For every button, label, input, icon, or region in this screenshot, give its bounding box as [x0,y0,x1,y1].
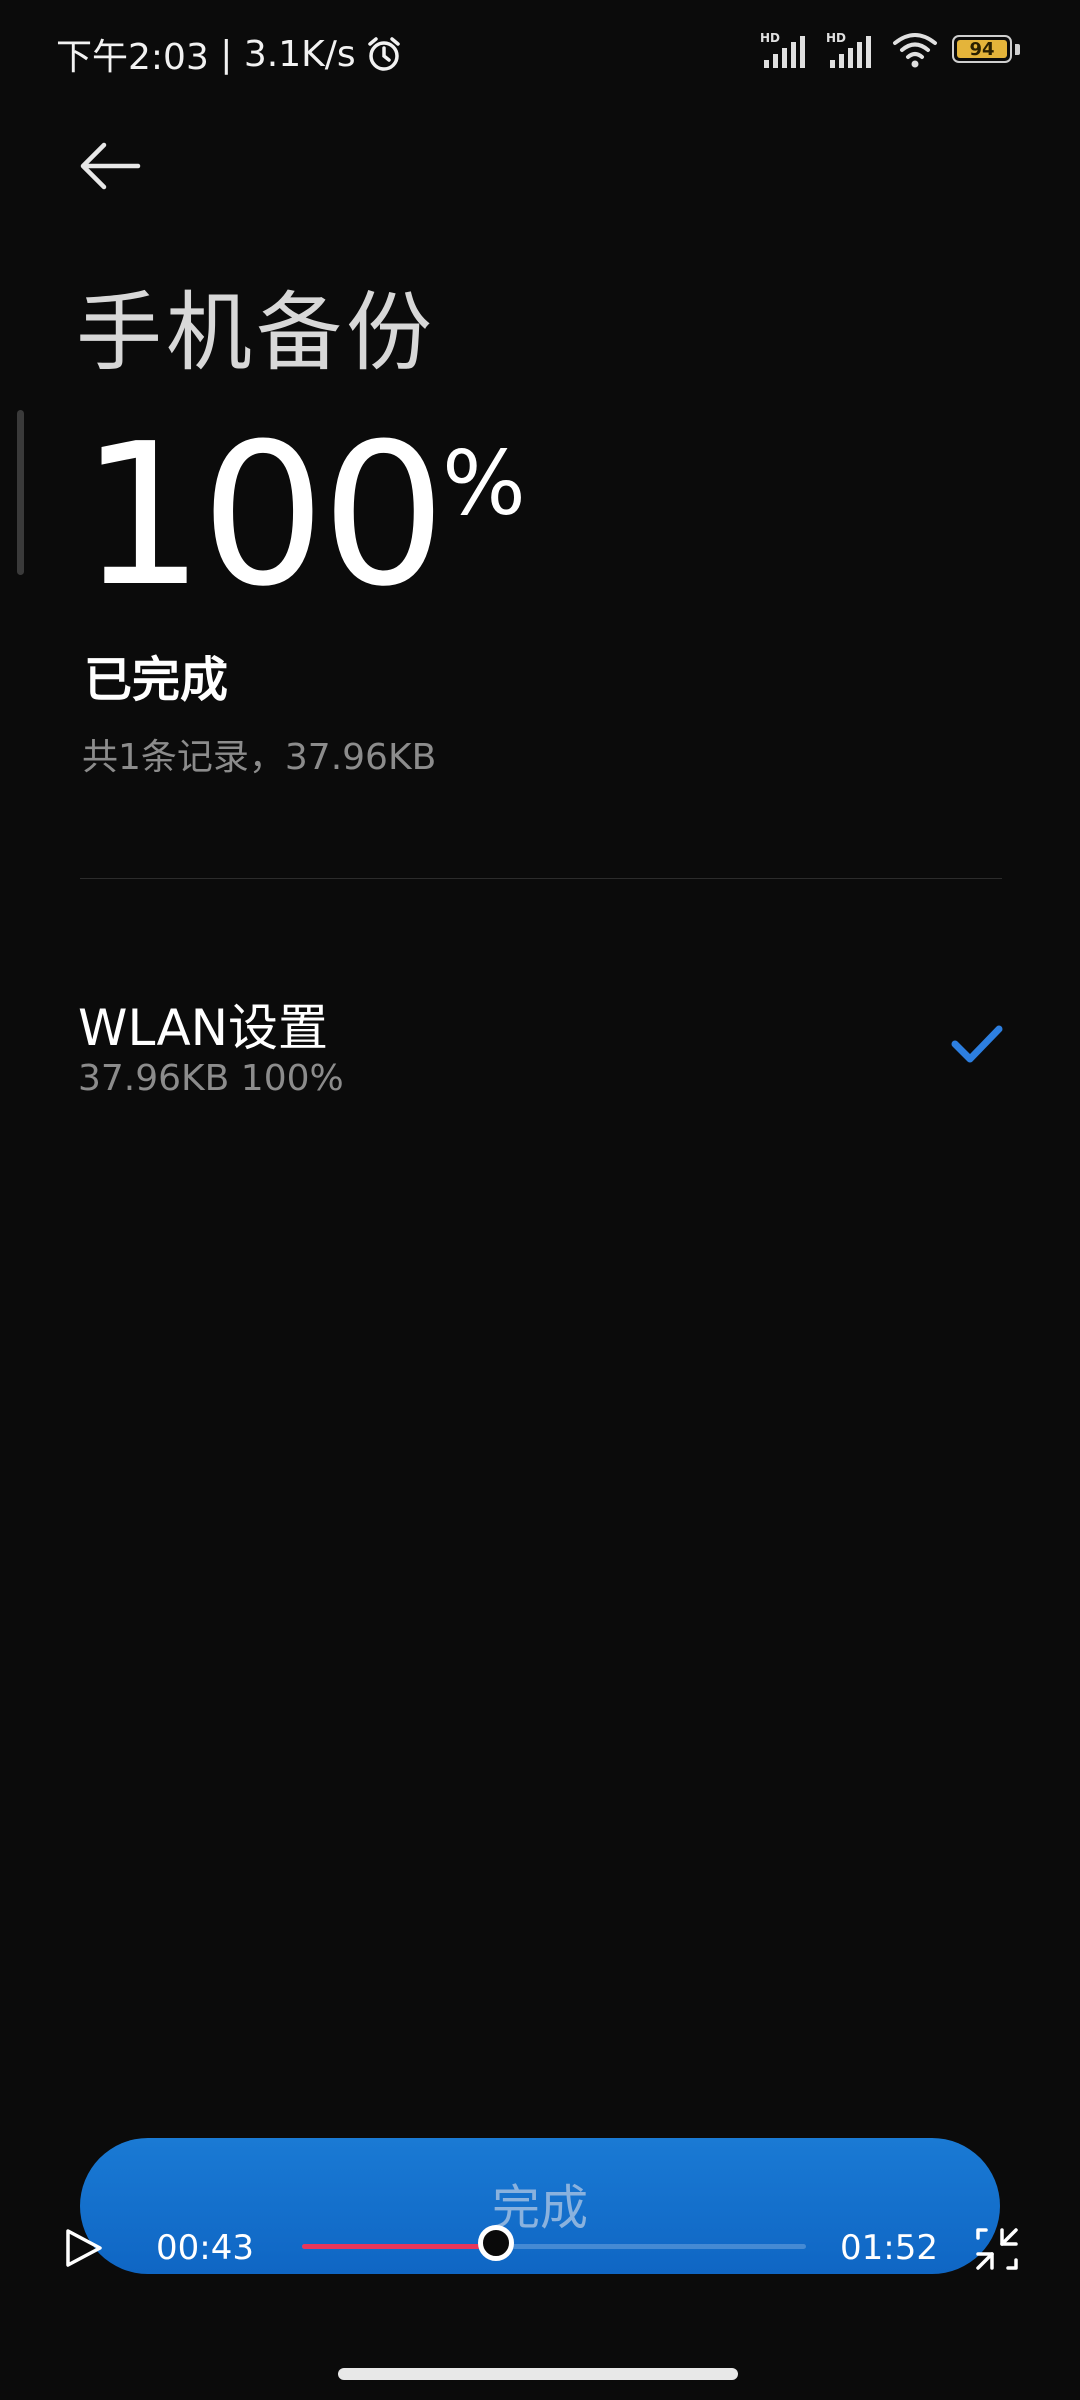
alarm-icon [367,37,400,71]
status-icons: HD HD 94 [760,30,1020,70]
battery-level: 94 [957,39,1007,60]
status-separator: | [208,33,244,75]
video-progress-slider[interactable] [302,2225,806,2261]
progress-fill [302,2244,496,2249]
current-time: 00:43 [156,2228,254,2268]
sim1-hd-label: HD [760,31,780,45]
progress-thumb[interactable] [477,2225,514,2261]
page-title: 手机备份 [76,283,436,383]
percent-sign: % [442,432,526,535]
status-time-group: 下午2:03 | 3.1K/s [56,28,404,80]
percent-value: 100 [80,402,446,630]
status-time: 下午2:03 [56,37,209,78]
item-detail: 37.96KB 100% [78,1058,344,1099]
backup-summary: 共1条记录，37.96KB [82,737,437,778]
item-title: WLAN设置 [78,999,329,1057]
total-time: 01:52 [840,2228,938,2268]
wifi-icon [893,33,937,68]
signal-icon: HD [826,31,871,68]
play-icon[interactable] [62,2226,106,2270]
network-speed: 3.1K/s [243,33,356,75]
exit-fullscreen-icon[interactable] [972,2224,1022,2274]
scroll-indicator [17,410,24,575]
backup-status: 已完成 [84,652,229,708]
backup-percent: 100 % [80,418,526,614]
signal-icon: HD [760,31,805,68]
check-icon [951,1025,1003,1063]
status-bar: 下午2:03 | 3.1K/s HD HD 94 [0,0,1080,110]
video-player-controls: 00:43 01:52 [0,2200,1080,2290]
divider [80,878,1002,879]
battery-icon: 94 [952,35,1020,65]
home-indicator[interactable] [338,2368,738,2380]
sim2-hd-label: HD [826,31,846,45]
arrow-left-icon [80,142,141,190]
back-button[interactable] [74,128,150,204]
